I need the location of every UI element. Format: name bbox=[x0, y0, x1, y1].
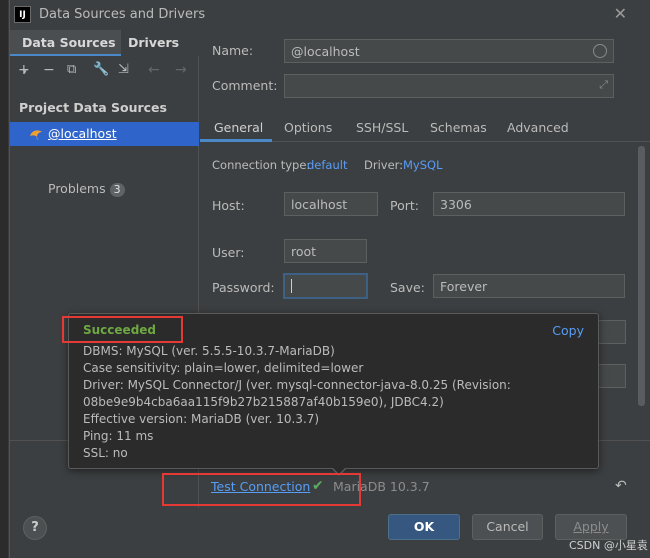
editor-background-strip bbox=[0, 0, 9, 558]
remove-icon[interactable]: − bbox=[43, 62, 55, 78]
connection-type-label: Connection type: bbox=[212, 158, 311, 172]
window-title: Data Sources and Drivers bbox=[39, 7, 206, 22]
name-field[interactable]: @localhost bbox=[284, 39, 614, 63]
add-dropdown-icon: ▾ bbox=[23, 68, 27, 76]
comment-field[interactable]: ⤢ bbox=[284, 74, 614, 98]
mysql-dolphin-icon bbox=[30, 130, 42, 140]
forward-arrow-icon[interactable]: → bbox=[175, 62, 187, 78]
detail-line: Ping: 11 ms bbox=[83, 429, 154, 443]
save-dropdown[interactable]: Forever bbox=[433, 274, 625, 298]
wrench-icon[interactable]: 🔧 bbox=[93, 62, 109, 77]
close-icon[interactable]: ✕ bbox=[614, 4, 627, 23]
save-label: Save: bbox=[390, 280, 425, 295]
name-label: Name: bbox=[212, 43, 254, 58]
port-field[interactable]: 3306 bbox=[433, 192, 625, 216]
host-label: Host: bbox=[212, 198, 245, 213]
left-toolbar: + ▾ − ⧉ 🔧 ⇲ ← → bbox=[10, 62, 199, 86]
detail-line: SSL: no bbox=[83, 446, 128, 460]
problems-item[interactable]: Problems 3 bbox=[48, 181, 125, 197]
tab-general[interactable]: General bbox=[214, 120, 263, 135]
save-value: Forever bbox=[440, 279, 488, 294]
help-button[interactable]: ? bbox=[23, 516, 47, 540]
make-global-icon[interactable]: ⇲ bbox=[118, 62, 129, 77]
detail-line: 08be9e9b4cba6aa115f9b27b215887af40b159e0… bbox=[83, 395, 444, 409]
content-tabs: General Options SSH/SSL Schemas Advanced bbox=[200, 114, 650, 142]
tab-advanced[interactable]: Advanced bbox=[507, 120, 569, 135]
tab-ssh-ssl[interactable]: SSH/SSL bbox=[356, 120, 408, 135]
tab-data-sources[interactable]: Data Sources bbox=[22, 35, 116, 50]
host-value: localhost bbox=[291, 197, 348, 212]
detail-line: Case sensitivity: plain=lower, delimited… bbox=[83, 361, 364, 375]
duplicate-icon[interactable]: ⧉ bbox=[67, 62, 76, 77]
connection-type-link[interactable]: default bbox=[307, 158, 347, 172]
data-sources-dialog: IJ Data Sources and Drivers ✕ Data Sourc… bbox=[9, 0, 650, 558]
cancel-button[interactable]: Cancel bbox=[472, 514, 543, 540]
password-label: Password: bbox=[212, 280, 275, 295]
active-tab-indicator bbox=[10, 54, 121, 56]
data-source-item-localhost[interactable]: @localhost bbox=[10, 122, 199, 146]
expand-icon[interactable]: ⤢ bbox=[599, 78, 608, 92]
driver-link[interactable]: MySQL bbox=[403, 158, 443, 172]
port-label: Port: bbox=[390, 198, 419, 213]
password-field[interactable] bbox=[283, 273, 368, 299]
tab-schemas[interactable]: Schemas bbox=[430, 120, 487, 135]
ok-button[interactable]: OK bbox=[388, 514, 460, 540]
user-label: User: bbox=[212, 245, 245, 260]
hidden-field-2 bbox=[598, 364, 626, 388]
comment-label: Comment: bbox=[212, 78, 278, 93]
intellij-logo-icon: IJ bbox=[14, 6, 31, 23]
detail-line: Effective version: MariaDB (ver. 10.3.7) bbox=[83, 412, 320, 426]
title-bar: IJ Data Sources and Drivers ✕ bbox=[10, 0, 650, 30]
text-caret bbox=[291, 279, 292, 293]
left-tabs: Data Sources Drivers bbox=[10, 30, 199, 56]
annotation-box-test-connection bbox=[162, 473, 361, 506]
back-arrow-icon[interactable]: ← bbox=[148, 62, 160, 78]
color-circle-icon[interactable] bbox=[593, 44, 607, 58]
form-scrollbar[interactable] bbox=[638, 146, 645, 406]
user-field[interactable]: root bbox=[284, 239, 367, 263]
general-tab-indicator bbox=[200, 139, 272, 142]
detail-line: Driver: MySQL Connector/J (ver. mysql-co… bbox=[83, 378, 511, 392]
dialog-footer: ? OK Cancel Apply bbox=[10, 508, 650, 558]
watermark-text: CSDN @小星袁 bbox=[569, 539, 648, 552]
host-field[interactable]: localhost bbox=[284, 192, 378, 216]
annotation-box-succeeded bbox=[62, 316, 183, 343]
problems-count-badge: 3 bbox=[109, 183, 125, 197]
tab-options[interactable]: Options bbox=[284, 120, 332, 135]
connection-details: DBMS: MySQL (ver. 5.5.5-10.3.7-MariaDB) … bbox=[83, 343, 511, 462]
port-value: 3306 bbox=[440, 197, 472, 212]
detail-line: DBMS: MySQL (ver. 5.5.5-10.3.7-MariaDB) bbox=[83, 344, 335, 358]
problems-label: Problems bbox=[48, 181, 106, 196]
revert-icon[interactable]: ↶ bbox=[615, 478, 627, 494]
name-value: @localhost bbox=[291, 44, 360, 59]
hidden-field-1 bbox=[598, 320, 626, 344]
project-data-sources-heading: Project Data Sources bbox=[19, 100, 167, 115]
driver-label: Driver: bbox=[364, 158, 404, 172]
data-source-label: @localhost bbox=[48, 126, 117, 141]
user-value: root bbox=[291, 244, 317, 259]
tab-drivers[interactable]: Drivers bbox=[128, 35, 179, 50]
copy-link[interactable]: Copy bbox=[552, 323, 584, 338]
